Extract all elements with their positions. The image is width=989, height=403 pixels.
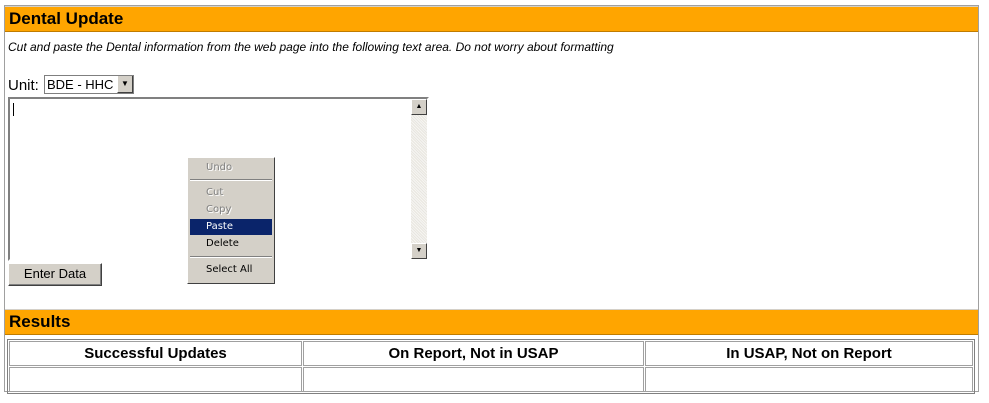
results-table: Successful Updates On Report, Not in USA…: [7, 339, 975, 394]
unit-label: Unit:: [8, 77, 39, 94]
menu-item-copy[interactable]: Copy: [190, 202, 272, 218]
column-header-in-usap-not-on-report: In USAP, Not on Report: [645, 341, 973, 366]
menu-separator: [190, 256, 272, 258]
page-frame: Dental Update Cut and paste the Dental i…: [4, 5, 979, 394]
context-menu: Undo Cut Copy Paste Delete Select All: [187, 157, 275, 284]
chevron-down-icon[interactable]: ▼: [117, 76, 133, 93]
menu-separator: [190, 179, 272, 181]
instructions-text: Cut and paste the Dental information fro…: [8, 40, 614, 54]
scroll-up-icon[interactable]: ▲: [411, 99, 427, 115]
scroll-down-icon[interactable]: ▼: [411, 243, 427, 259]
table-row: [9, 367, 973, 392]
table-cell: [303, 367, 644, 392]
menu-item-paste[interactable]: Paste: [190, 219, 272, 235]
column-header-successful-updates: Successful Updates: [9, 341, 302, 366]
unit-select[interactable]: BDE - HHC ▼: [44, 75, 134, 94]
textarea-scrollbar[interactable]: ▲ ▼: [411, 99, 427, 259]
menu-item-select-all[interactable]: Select All: [190, 262, 272, 278]
text-caret: [13, 103, 14, 116]
dental-update-header: Dental Update: [5, 6, 978, 32]
results-header: Results: [5, 309, 978, 335]
menu-item-delete[interactable]: Delete: [190, 236, 272, 252]
unit-select-value: BDE - HHC: [47, 77, 114, 92]
enter-data-button[interactable]: Enter Data: [8, 263, 102, 286]
table-header-row: Successful Updates On Report, Not in USA…: [9, 341, 973, 366]
table-cell: [9, 367, 302, 392]
menu-item-undo[interactable]: Undo: [190, 160, 272, 176]
table-cell: [645, 367, 973, 392]
column-header-on-report-not-in-usap: On Report, Not in USAP: [303, 341, 644, 366]
menu-item-cut[interactable]: Cut: [190, 185, 272, 201]
